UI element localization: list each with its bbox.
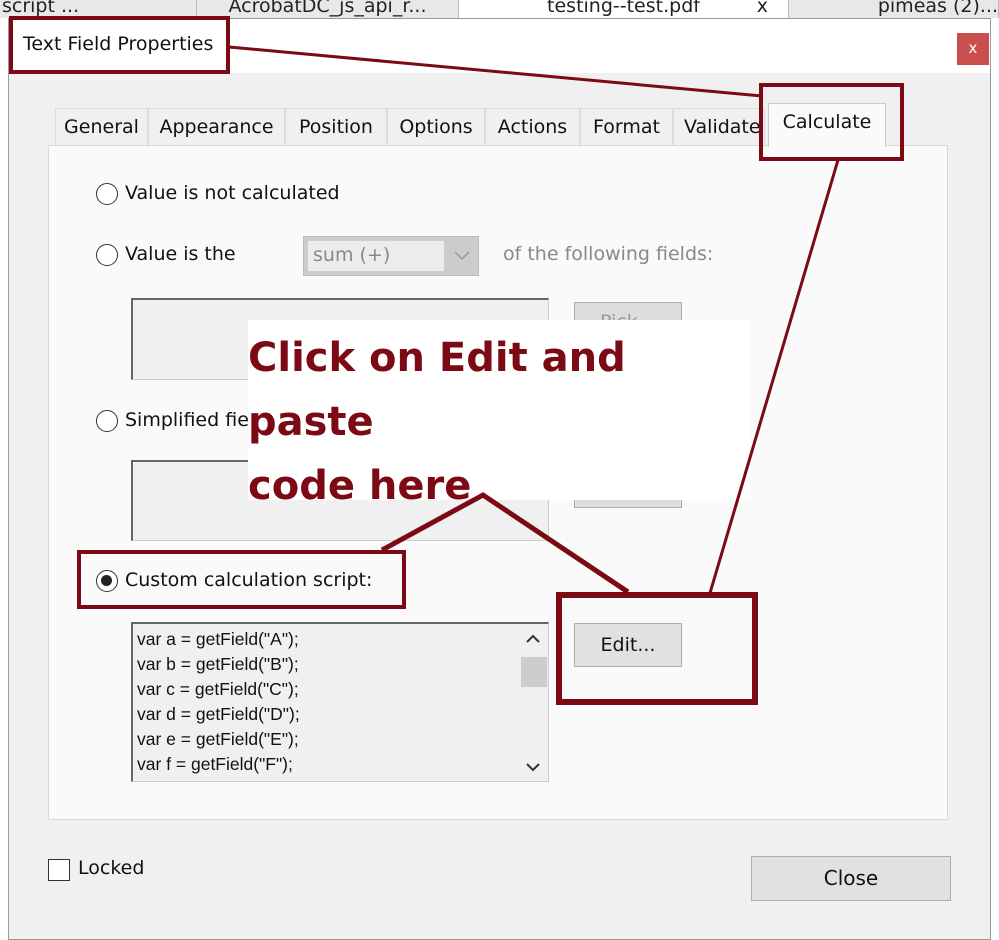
tab-calculate[interactable]: Calculate	[768, 103, 886, 147]
arrow-line	[380, 492, 630, 595]
arrow-line	[228, 45, 763, 98]
arrow-line	[708, 159, 840, 594]
